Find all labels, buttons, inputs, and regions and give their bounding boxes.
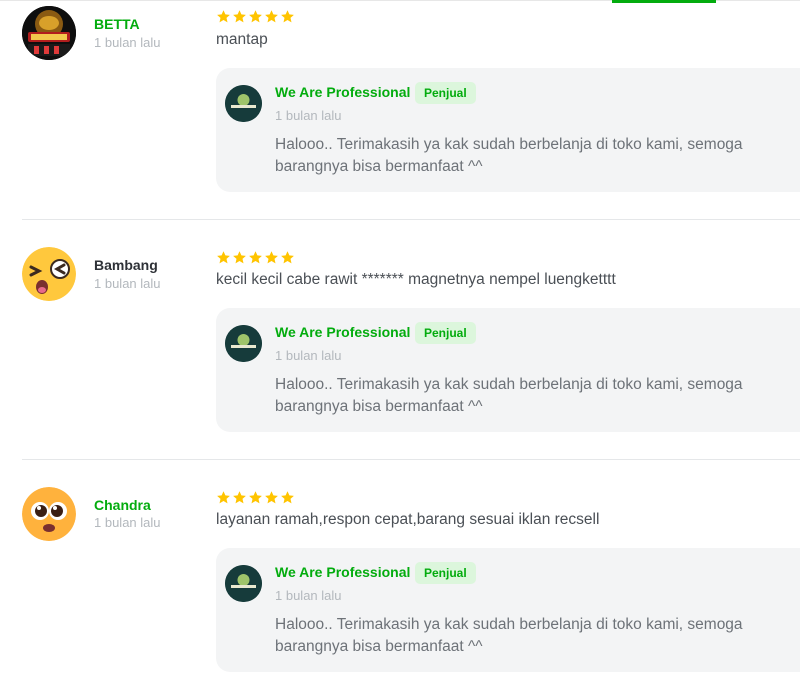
review-time: 1 bulan lalu: [94, 35, 161, 50]
reply-text: Halooo.. Terimakasih ya kak sudah berbel…: [275, 136, 743, 175]
star-icon: [265, 251, 278, 264]
reply-time: 1 bulan lalu: [275, 108, 342, 123]
seller-logo-icon[interactable]: [225, 325, 262, 362]
reply-text: Halooo.. Terimakasih ya kak sudah berbel…: [275, 616, 743, 655]
rating-stars: [216, 490, 295, 505]
seller-logo-icon[interactable]: [225, 565, 262, 602]
star-icon: [233, 491, 246, 504]
star-icon: [217, 10, 230, 23]
reviewer-name[interactable]: BETTA: [94, 16, 140, 32]
review-divider: [22, 219, 800, 220]
review-text: layanan ramah,respon cepat,barang sesuai…: [216, 511, 600, 528]
reply-text: Halooo.. Terimakasih ya kak sudah berbel…: [275, 376, 743, 415]
star-icon: [265, 10, 278, 23]
star-icon: [217, 251, 230, 264]
star-icon: [281, 491, 294, 504]
seller-name[interactable]: We Are Professional: [275, 324, 410, 340]
rating-stars: [216, 250, 295, 265]
star-icon: [233, 251, 246, 264]
reviewer-name[interactable]: Chandra: [94, 497, 151, 513]
active-tab-indicator: [612, 0, 716, 3]
reply-time: 1 bulan lalu: [275, 348, 342, 363]
review-time: 1 bulan lalu: [94, 515, 161, 530]
seller-reply: We Are Professional Penjual 1 bulan lalu…: [216, 308, 800, 432]
star-icon: [249, 251, 262, 264]
star-icon: [249, 491, 262, 504]
seller-badge: Penjual: [415, 322, 476, 344]
seller-badge: Penjual: [415, 82, 476, 104]
star-icon: [217, 491, 230, 504]
top-divider: [0, 0, 800, 5]
squint-emoji-avatar-icon[interactable]: [22, 247, 76, 301]
reply-time: 1 bulan lalu: [275, 588, 342, 603]
star-icon: [233, 10, 246, 23]
pleading-emoji-avatar-icon[interactable]: [22, 487, 76, 541]
review-text: kecil kecil cabe rawit ******* magnetnya…: [216, 271, 616, 288]
seller-name[interactable]: We Are Professional: [275, 564, 410, 580]
rating-stars: [216, 9, 295, 24]
star-icon: [265, 491, 278, 504]
review-text: mantap: [216, 31, 268, 48]
review-divider: [22, 459, 800, 460]
betta-fish-avatar-icon[interactable]: [22, 6, 76, 60]
star-icon: [281, 251, 294, 264]
seller-reply: We Are Professional Penjual 1 bulan lalu…: [216, 68, 800, 192]
seller-reply: We Are Professional Penjual 1 bulan lalu…: [216, 548, 800, 672]
review-time: 1 bulan lalu: [94, 276, 161, 291]
reviewer-name[interactable]: Bambang: [94, 257, 158, 273]
seller-name[interactable]: We Are Professional: [275, 84, 410, 100]
star-icon: [249, 10, 262, 23]
star-icon: [281, 10, 294, 23]
seller-logo-icon[interactable]: [225, 85, 262, 122]
seller-badge: Penjual: [415, 562, 476, 584]
